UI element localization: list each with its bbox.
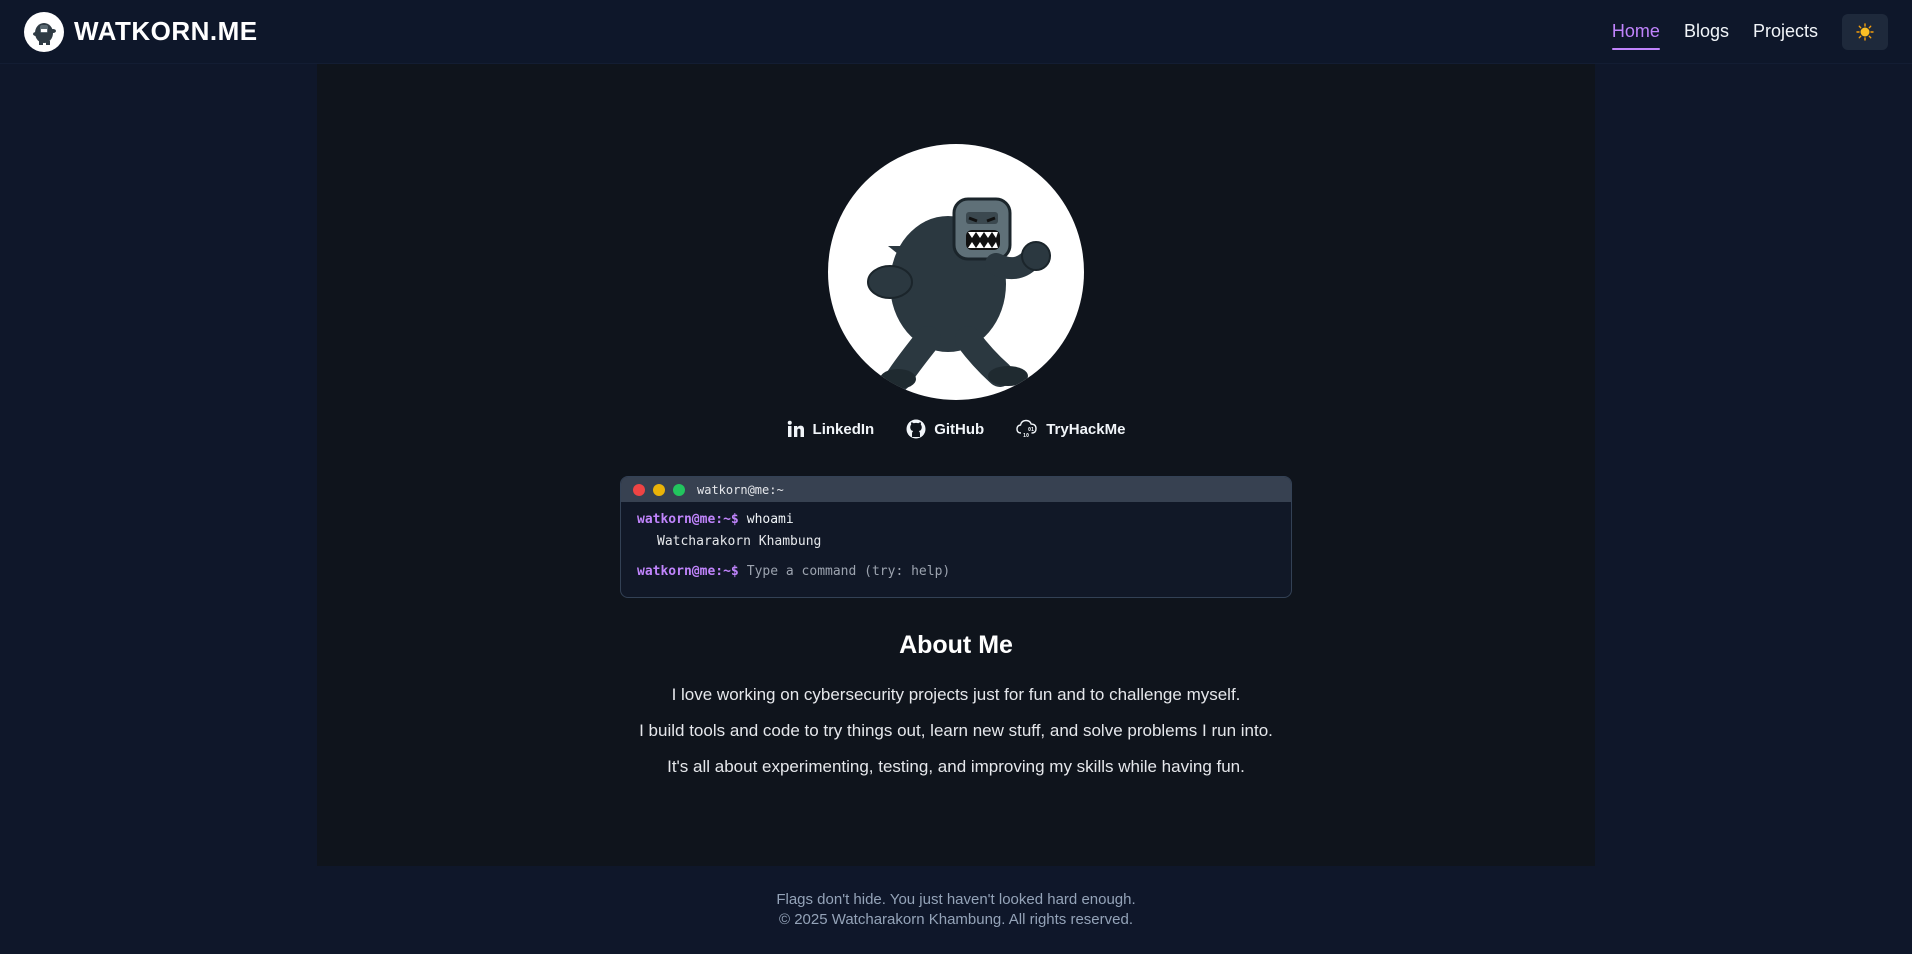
about-text: I love working on cybersecurity projects…: [317, 677, 1595, 785]
footer-tagline: Flags don't hide. You just haven't looke…: [776, 891, 1136, 908]
sun-icon: [1856, 22, 1874, 41]
nav-home[interactable]: Home: [1611, 17, 1660, 50]
brand-link[interactable]: WATKORN.ME: [24, 11, 258, 52]
svg-text:01: 01: [1028, 427, 1034, 433]
profile-avatar: [828, 144, 1084, 400]
social-links: LinkedIn GitHub 10 01 TryHackMe: [317, 419, 1595, 439]
nav-projects[interactable]: Projects: [1753, 17, 1818, 46]
linkedin-label: LinkedIn: [812, 420, 875, 438]
nav-blogs[interactable]: Blogs: [1684, 17, 1729, 46]
github-icon: [906, 419, 926, 439]
about-line: I love working on cybersecurity projects…: [671, 685, 1241, 704]
maximize-dot-icon[interactable]: [673, 483, 685, 496]
about-title: About Me: [899, 631, 1013, 659]
terminal-prompt: watkorn@me:~$: [637, 563, 739, 579]
terminal-title: watkorn@me:~: [697, 482, 784, 497]
terminal-body: watkorn@me:~$ whoami Watcharakorn Khambu…: [621, 502, 1291, 588]
theme-toggle-button[interactable]: [1842, 13, 1888, 50]
svg-text:10: 10: [1023, 433, 1029, 439]
tryhackme-label: TryHackMe: [1046, 420, 1126, 438]
close-dot-icon[interactable]: [633, 483, 645, 496]
terminal-prompt: watkorn@me:~$: [637, 511, 739, 527]
terminal-window[interactable]: watkorn@me:~ watkorn@me:~$ whoami Watcha…: [620, 476, 1292, 598]
linkedin-link[interactable]: LinkedIn: [787, 419, 875, 439]
tryhackme-icon: 10 01: [1016, 419, 1037, 439]
terminal-command: whoami: [746, 511, 794, 527]
minimize-dot-icon[interactable]: [653, 483, 665, 496]
yeti-mascot-icon: [867, 197, 1051, 392]
tryhackme-link[interactable]: 10 01 TryHackMe: [1016, 419, 1125, 439]
terminal-titlebar: watkorn@me:~: [621, 477, 1291, 502]
brand-name: WATKORN.ME: [74, 16, 258, 46]
terminal-history-line: watkorn@me:~$ whoami: [637, 508, 1275, 530]
terminal-output: Watcharakorn Khambung: [657, 533, 822, 549]
linkedin-icon: [787, 420, 804, 437]
about-line: I build tools and code to try things out…: [639, 721, 1273, 740]
terminal-input-line: watkorn@me:~$: [637, 560, 1275, 582]
github-link[interactable]: GitHub: [906, 419, 984, 439]
yeti-logo-icon: [24, 11, 64, 52]
terminal-command-input[interactable]: [746, 563, 1267, 579]
about-line: It's all about experimenting, testing, a…: [667, 757, 1245, 776]
footer-copyright: © 2025 Watcharakorn Khambung. All rights…: [778, 911, 1133, 928]
site-header: WATKORN.ME Home Blogs Projects: [0, 0, 1912, 64]
main-panel: LinkedIn GitHub 10 01 TryHackMe watkorn@…: [317, 64, 1595, 866]
site-footer: Flags don't hide. You just haven't looke…: [0, 866, 1912, 954]
github-label: GitHub: [934, 420, 985, 438]
main-nav: Home Blogs Projects: [1611, 13, 1888, 50]
